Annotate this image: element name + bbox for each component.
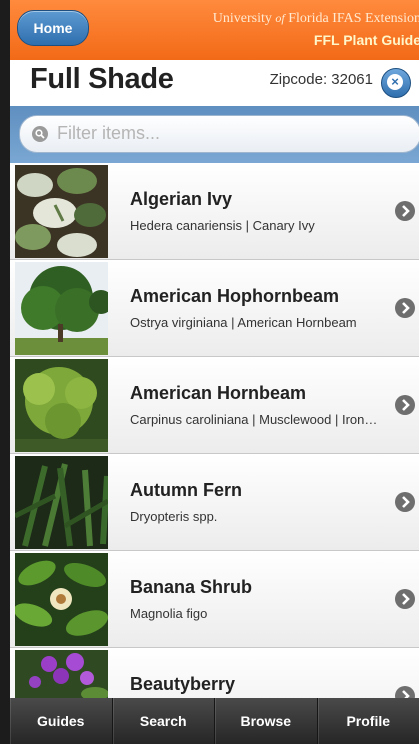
list-item[interactable]: Banana Shrub Magnolia figo [10,551,419,648]
list-item[interactable]: Algerian Ivy Hedera canariensis | Canary… [10,163,419,260]
brand-university-name: University of Florida IFAS Extension [212,11,419,26]
plant-thumbnail [15,359,108,452]
plant-thumbnail [15,165,108,258]
filter-input[interactable]: Filter items... [19,115,419,153]
tab-guides[interactable]: Guides [10,698,113,744]
list-item[interactable]: American Hophornbeam Ostrya virginiana |… [10,260,419,357]
bottom-nav: Guides Search Browse Profile [10,698,419,744]
chevron-right-icon [395,201,415,221]
title-bar: Full Shade Zipcode: 32061 × [10,60,419,106]
plant-thumbnail [15,262,108,355]
brand-app-name: FFL Plant Guide [313,32,419,48]
page-title: Full Shade [30,63,174,95]
plant-common-name: American Hophornbeam [130,286,340,306]
app-header: Home University of Florida IFAS Extensio… [10,0,419,60]
tab-browse[interactable]: Browse [215,698,318,744]
app-screen: Home University of Florida IFAS Extensio… [10,0,419,744]
clear-circle-icon: × [387,74,403,90]
search-icon [32,126,48,142]
plant-common-name: Algerian Ivy [130,189,233,209]
plant-thumbnail [15,456,108,549]
list-item[interactable]: Autumn Fern Dryopteris spp. [10,454,419,551]
plant-scientific-name: Magnolia figo [130,606,208,621]
chevron-right-icon [395,492,415,512]
plant-scientific-name: Dryopteris spp. [130,509,218,524]
home-button[interactable]: Home [17,10,89,46]
list-item[interactable]: American Hornbeam Carpinus caroliniana |… [10,357,419,454]
plant-scientific-name: Hedera canariensis | Canary Ivy [130,218,315,233]
plant-common-name: American Hornbeam [130,383,307,403]
plant-thumbnail [15,553,108,646]
plant-scientific-name: Carpinus caroliniana | Musclewood | Iron… [130,412,378,427]
filter-bar: Filter items... [10,106,419,163]
zipcode-label: Zipcode: 32061 [269,71,373,88]
plant-list: Algerian Ivy Hedera canariensis | Canary… [10,163,419,744]
chevron-right-icon [395,395,415,415]
chevron-right-icon [395,298,415,318]
plant-scientific-name: Ostrya virginiana | American Hornbeam [130,315,357,330]
plant-common-name: Beautyberry [130,674,236,694]
filter-placeholder: Filter items... [57,123,161,143]
plant-common-name: Autumn Fern [130,480,242,500]
tab-profile[interactable]: Profile [318,698,419,744]
tab-search[interactable]: Search [113,698,215,744]
plant-common-name: Banana Shrub [130,577,253,597]
zipcode-clear-button[interactable]: × [381,68,411,98]
chevron-right-icon [395,589,415,609]
